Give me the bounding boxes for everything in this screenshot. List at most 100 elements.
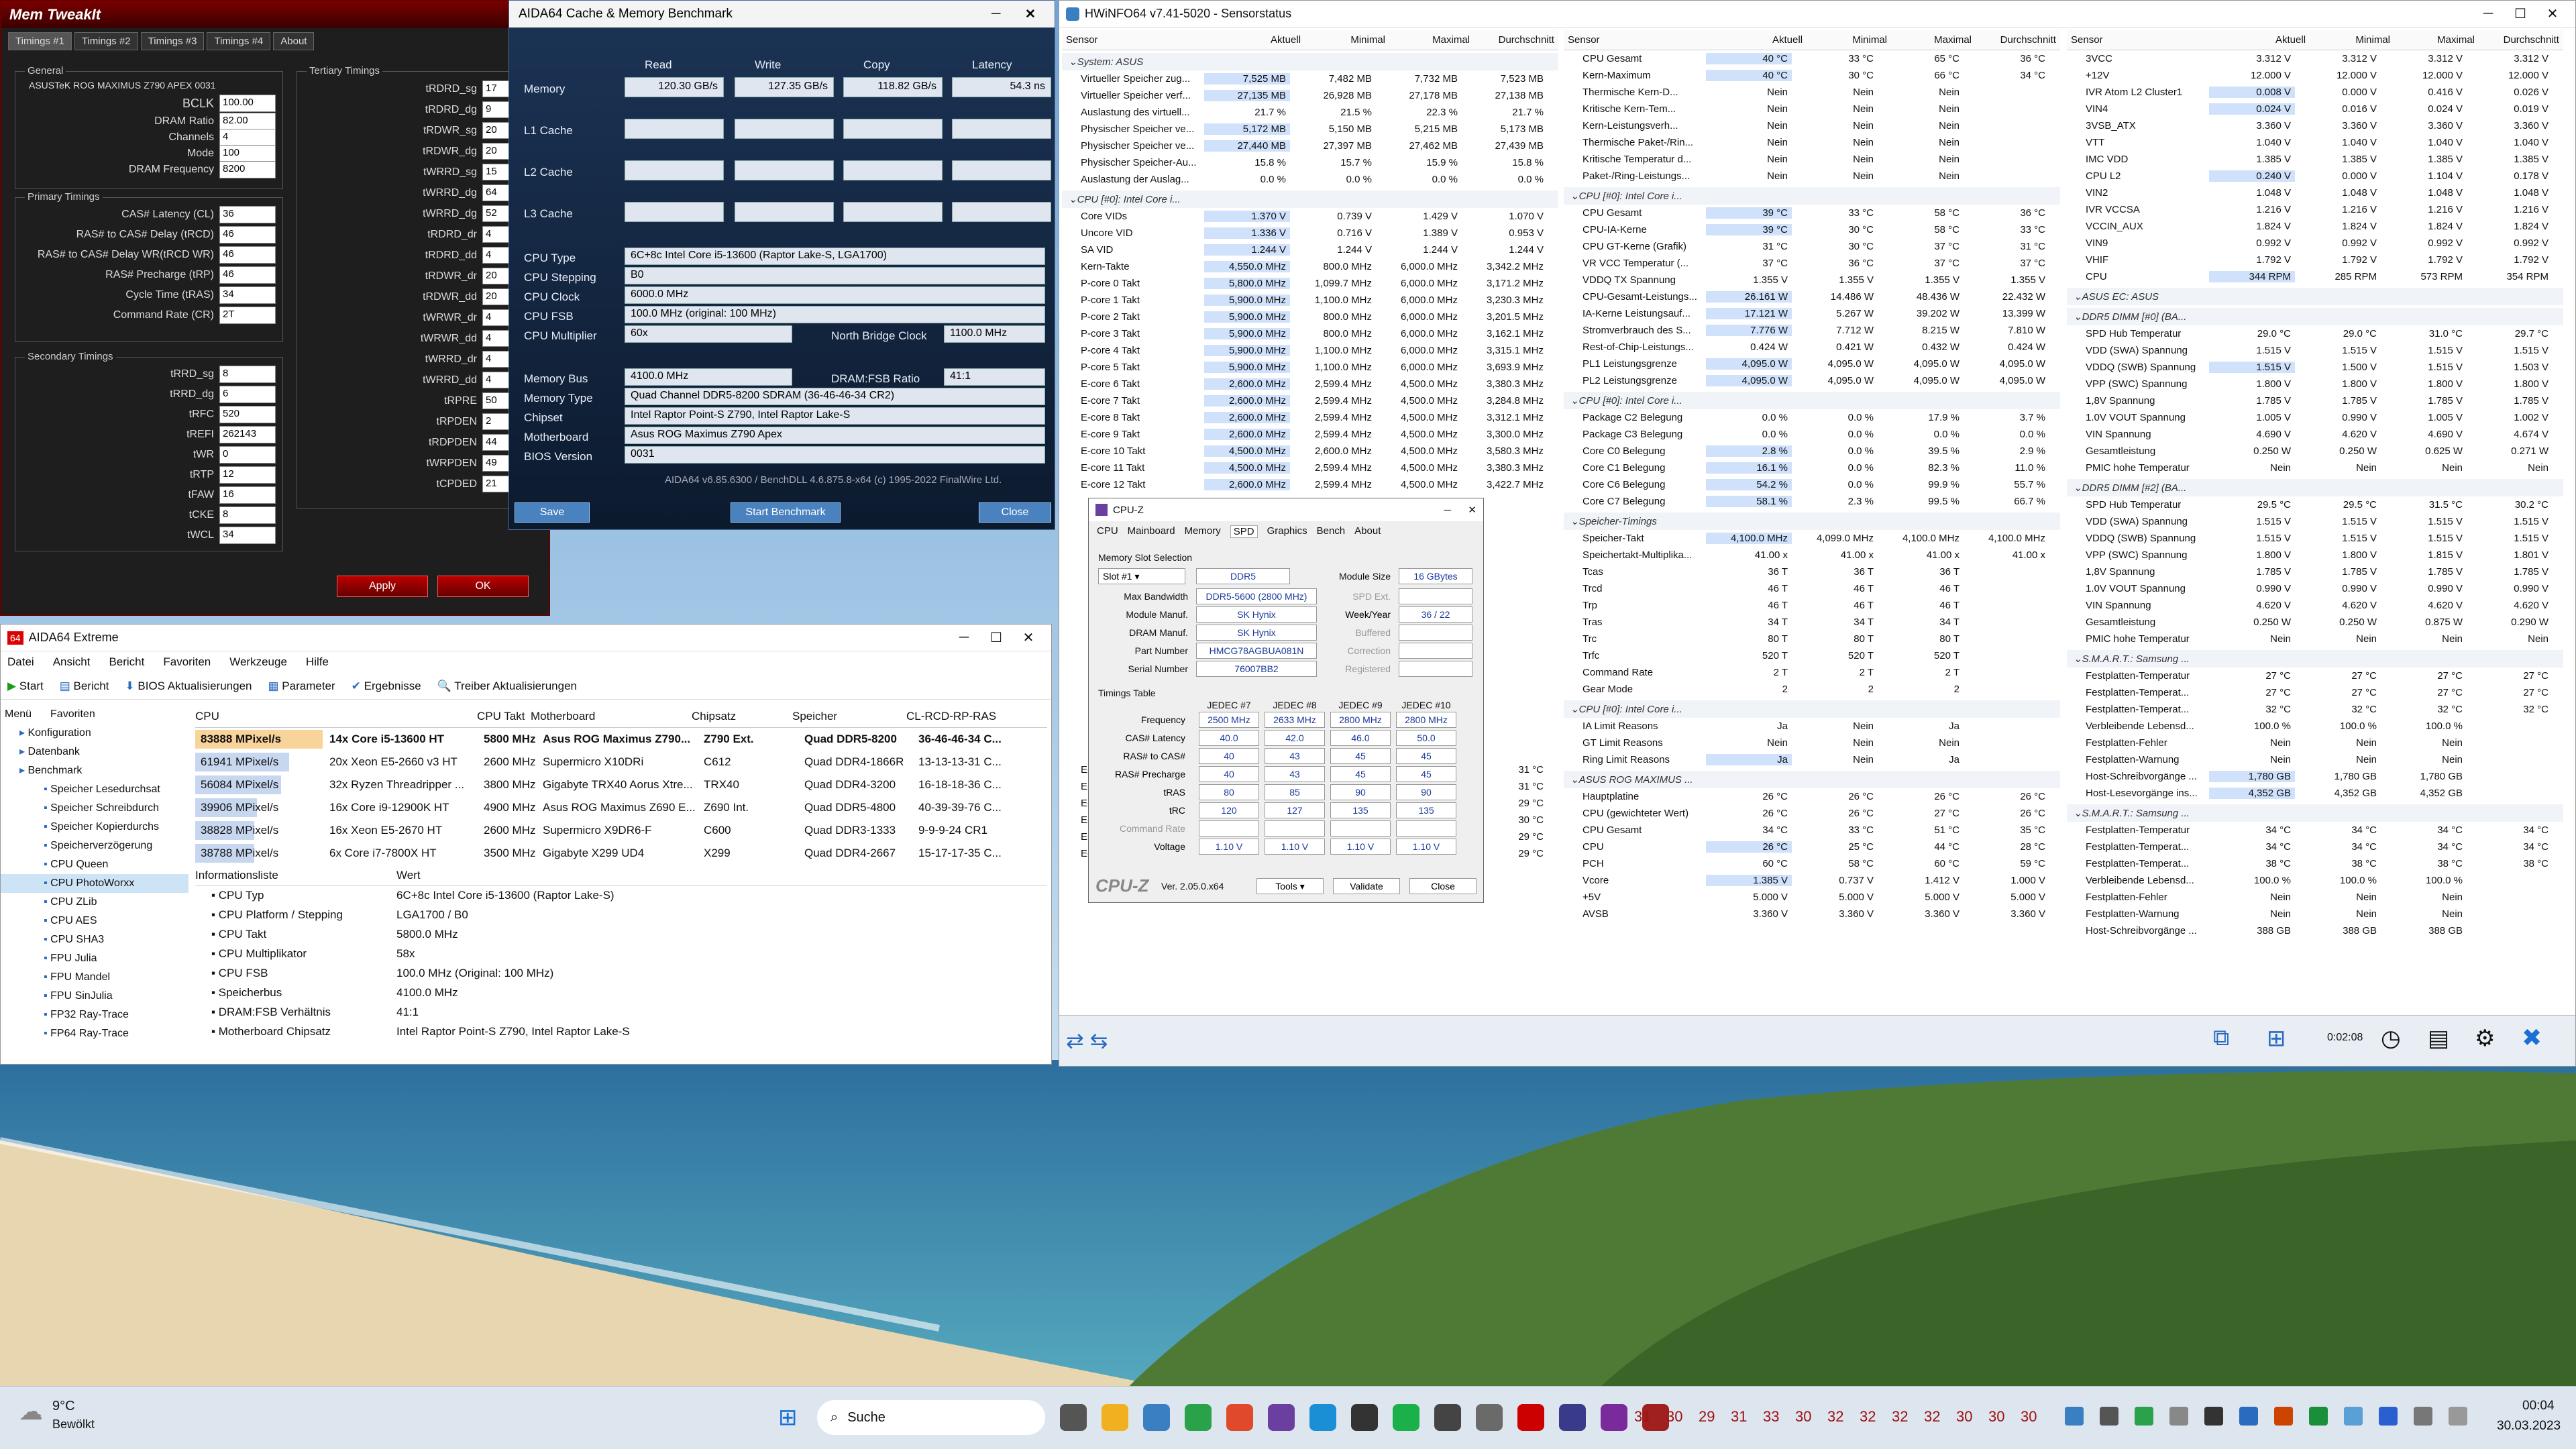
sensor-row[interactable]: SPD Hub Temperatur 29.5 °C 29.5 °C 31.5 °C 3… [2067, 496, 2563, 513]
sensor-row[interactable]: Trfc 520 T 520 T 520 T [1564, 647, 2060, 664]
timing-value[interactable]: 36 [219, 206, 276, 223]
tab-4[interactable]: About [273, 32, 315, 50]
update-icon[interactable] [2414, 1407, 2432, 1426]
menu-item[interactable]: Bericht [109, 655, 144, 669]
close-button[interactable]: Close [979, 502, 1051, 523]
sensor-row[interactable]: Festplatten-Temperat... 32 °C 32 °C 32 °C 32… [2067, 701, 2563, 718]
usb-icon[interactable] [2204, 1407, 2223, 1426]
sensor-row[interactable]: Verbleibende Lebensd... 100.0 % 100.0 % 100… [2067, 872, 2563, 889]
collapse-icon[interactable]: ⌄ [1570, 773, 1579, 786]
taskbar-app-icon[interactable] [1226, 1404, 1253, 1431]
file-icon[interactable]: ▤ [2428, 1025, 2449, 1052]
sensor-row[interactable]: P-core 1 Takt 5,900.0 MHz 1,100.0 MHz 6,000… [1062, 292, 1558, 309]
mode-field[interactable]: 100 [219, 145, 276, 162]
cpuz-tab[interactable]: Bench [1317, 525, 1346, 538]
timing-value[interactable]: 520 [219, 406, 276, 423]
sensor-row[interactable]: Core C6 Belegung 54.2 % 0.0 % 99.9 % 55.7 % [1564, 476, 2060, 493]
sensor-group[interactable]: ⌄ CPU [#0]: Intel Core i... [1564, 700, 2060, 718]
sensor-row[interactable]: PMIC hohe Temperatur Nein Nein Nein Nein [2067, 631, 2563, 647]
sensor-row[interactable]: CPU Gesamt 34 °C 33 °C 51 °C 35 °C [1564, 822, 2060, 839]
sensor-row[interactable]: Kritische Temperatur d... Nein Nein Nein [1564, 151, 2060, 168]
sensor-row[interactable]: CPU L2 0.240 V 0.000 V 1.104 V 0.178 V [2067, 168, 2563, 184]
sensor-row[interactable]: Auslastung der Auslag... 0.0 % 0.0 % 0.0 % 0… [1062, 171, 1558, 188]
slot-select[interactable]: Slot #1 ▾ [1098, 568, 1185, 584]
sensor-row[interactable]: Kern-Maximum 40 °C 30 °C 66 °C 34 °C [1564, 67, 2060, 84]
sensor-row[interactable]: 1.0V VOUT Spannung 1.005 V 0.990 V 1.005 V 1… [2067, 409, 2563, 426]
sensor-col-header[interactable]: Durchschnitt [1474, 34, 1558, 46]
collapse-icon[interactable]: ⌄ [1069, 56, 1077, 68]
grid-col-header[interactable]: Chipsatz [692, 710, 792, 723]
sensor-row[interactable]: Core C7 Belegung 58.1 % 2.3 % 99.5 % 66.7 % [1564, 493, 2060, 510]
sensor-row[interactable]: Rest-of-Chip-Leistungs... 0.424 W 0.421 W 0… [1564, 339, 2060, 356]
sensor-row[interactable]: CPU-IA-Kerne 39 °C 30 °C 58 °C 33 °C [1564, 221, 2060, 238]
sensor-col-header[interactable]: Sensor [1564, 34, 1722, 46]
tab-0[interactable]: Timings #1 [8, 32, 72, 50]
taskbar-app-icon[interactable] [1517, 1404, 1544, 1431]
speaker-icon[interactable] [2100, 1407, 2118, 1426]
sensor-row[interactable]: VIN9 0.992 V 0.992 V 0.992 V 0.992 V [2067, 235, 2563, 252]
tray-counter[interactable]: 32 [1860, 1408, 1876, 1426]
tray-counter[interactable]: 33 [1763, 1408, 1779, 1426]
sensor-col-header[interactable]: Maximal [1389, 34, 1474, 46]
sensor-row[interactable]: E-core 9 Takt 2,600.0 MHz 2,599.4 MHz 4,500… [1062, 426, 1558, 443]
ratio-field[interactable]: 82.00 [219, 113, 276, 130]
validate-button[interactable]: Validate [1333, 878, 1400, 894]
tree-tab[interactable]: Favoriten [50, 705, 95, 724]
bclk-field[interactable]: 100.00 [219, 95, 276, 112]
sensor-row[interactable]: 3VSB_ATX 3.360 V 3.360 V 3.360 V 3.360 V [2067, 117, 2563, 134]
toolbar-button[interactable]: 🔍 Treiber Aktualisierungen [437, 680, 577, 693]
sensor-group[interactable]: ⌄ ASUS EC: ASUS [2067, 288, 2563, 305]
arrows-icon[interactable]: ⇄ ⇆ [1066, 1028, 1108, 1053]
start-benchmark-button[interactable]: Start Benchmark [731, 502, 841, 523]
menu-item[interactable]: Ansicht [53, 655, 91, 669]
timing-value[interactable]: 262143 [219, 426, 276, 443]
sensor-row[interactable]: Festplatten-Warnung Nein Nein Nein [2067, 751, 2563, 768]
tree-item[interactable]: ▪ CPU ZLib [1, 893, 189, 912]
collapse-icon[interactable]: ⌄ [2074, 311, 2082, 323]
sensor-row[interactable]: Festplatten-Temperat... 34 °C 34 °C 34 °C 34… [2067, 839, 2563, 855]
sensor-row[interactable]: Tcas 36 T 36 T 36 T [1564, 564, 2060, 580]
sensor-row[interactable]: Festplatten-Fehler Nein Nein Nein [2067, 735, 2563, 751]
sensor-row[interactable]: P-core 5 Takt 5,900.0 MHz 1,100.0 MHz 6,000… [1062, 359, 1558, 376]
sensor-row[interactable]: Host-Schreibvorgänge ... 388 GB 388 GB 388 … [2067, 922, 2563, 939]
navigation-tree[interactable]: Menü Favoriten ▸ Konfiguration ▸ Datenbank ▸… [1, 705, 189, 1061]
sensor-row[interactable]: Thermische Paket-/Rin... Nein Nein Nein [1564, 134, 2060, 151]
table-row[interactable]: 56084 MPixel/s 32x Ryzen Threadripper ...… [195, 773, 1047, 796]
sensor-row[interactable]: IA-Kerne Leistungsauf... 17.121 W 5.267 W 3… [1564, 305, 2060, 322]
menu-item[interactable]: Hilfe [306, 655, 329, 669]
sensor-row[interactable]: Vcore 1.385 V 0.737 V 1.412 V 1.000 V [1564, 872, 2060, 889]
sensor-row[interactable]: VHIF 1.792 V 1.792 V 1.792 V 1.792 V [2067, 252, 2563, 268]
gpu-icon[interactable] [2309, 1407, 2328, 1426]
sensor-row[interactable]: VDDQ (SWB) Spannung 1.515 V 1.500 V 1.515 V… [2067, 359, 2563, 376]
taskbar-app-icon[interactable] [1309, 1404, 1336, 1431]
tab-2[interactable]: Timings #3 [140, 32, 205, 50]
sensor-row[interactable]: Trc 80 T 80 T 80 T [1564, 631, 2060, 647]
sensor-row[interactable]: GT Limit Reasons Nein Nein Nein [1564, 735, 2060, 751]
sensor-row[interactable]: P-core 2 Takt 5,900.0 MHz 800.0 MHz 6,000.0… [1062, 309, 1558, 325]
tree-item[interactable]: ▪ CPU SHA3 [1, 930, 189, 949]
grid-col-header[interactable]: CPU Takt [477, 710, 531, 723]
timing-value[interactable]: 2T [219, 307, 276, 324]
minimize-icon[interactable]: ─ [1444, 504, 1468, 516]
tray-counter[interactable]: 30 [2021, 1408, 2037, 1426]
close-icon[interactable]: ✕ [1012, 629, 1044, 646]
sensor-group[interactable]: ⌄ S.M.A.R.T.: Samsung ... [2067, 804, 2563, 822]
tree-item[interactable]: ▸ Benchmark [1, 761, 189, 780]
maximize-icon[interactable]: ☐ [980, 629, 1012, 646]
timing-value[interactable]: 0 [219, 446, 276, 464]
sensor-row[interactable]: Package C3 Belegung 0.0 % 0.0 % 0.0 % 0.0 % [1564, 426, 2060, 443]
grid-col-header[interactable]: Motherboard [531, 710, 692, 723]
sensor-row[interactable]: PL1 Leistungsgrenze 4,095.0 W 4,095.0 W 4,0… [1564, 356, 2060, 372]
timing-value[interactable]: 8 [219, 506, 276, 524]
sensor-group[interactable]: ⌄ Speicher-Timings [1564, 513, 2060, 530]
sensor-row[interactable]: Festplatten-Temperat... 38 °C 38 °C 38 °C 38… [2067, 855, 2563, 872]
toolbar-button[interactable]: ▦ Parameter [268, 680, 335, 693]
taskbar-app-icon[interactable] [1476, 1404, 1503, 1431]
tree-item[interactable]: ▪ CPU Queen [1, 855, 189, 874]
sensor-row[interactable]: Uncore VID 1.336 V 0.716 V 1.389 V 0.953 V [1062, 225, 1558, 241]
sensor-row[interactable]: Physischer Speicher ve... 5,172 MB 5,150 M… [1062, 121, 1558, 138]
notify-icon[interactable] [2449, 1407, 2467, 1426]
grid-col-header[interactable]: CPU [195, 710, 477, 723]
sensor-row[interactable]: Virtueller Speicher zug... 7,525 MB 7,482 … [1062, 70, 1558, 87]
keyboard-icon[interactable] [2169, 1407, 2188, 1426]
